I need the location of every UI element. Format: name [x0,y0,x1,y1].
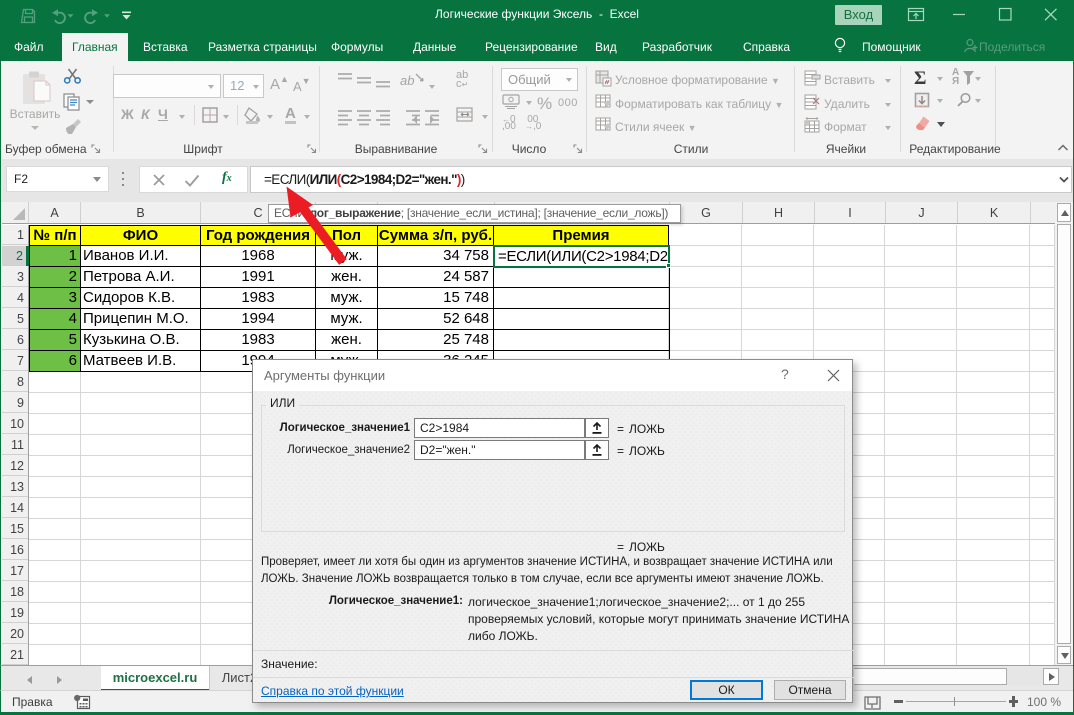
svg-text:ab: ab [400,73,414,88]
